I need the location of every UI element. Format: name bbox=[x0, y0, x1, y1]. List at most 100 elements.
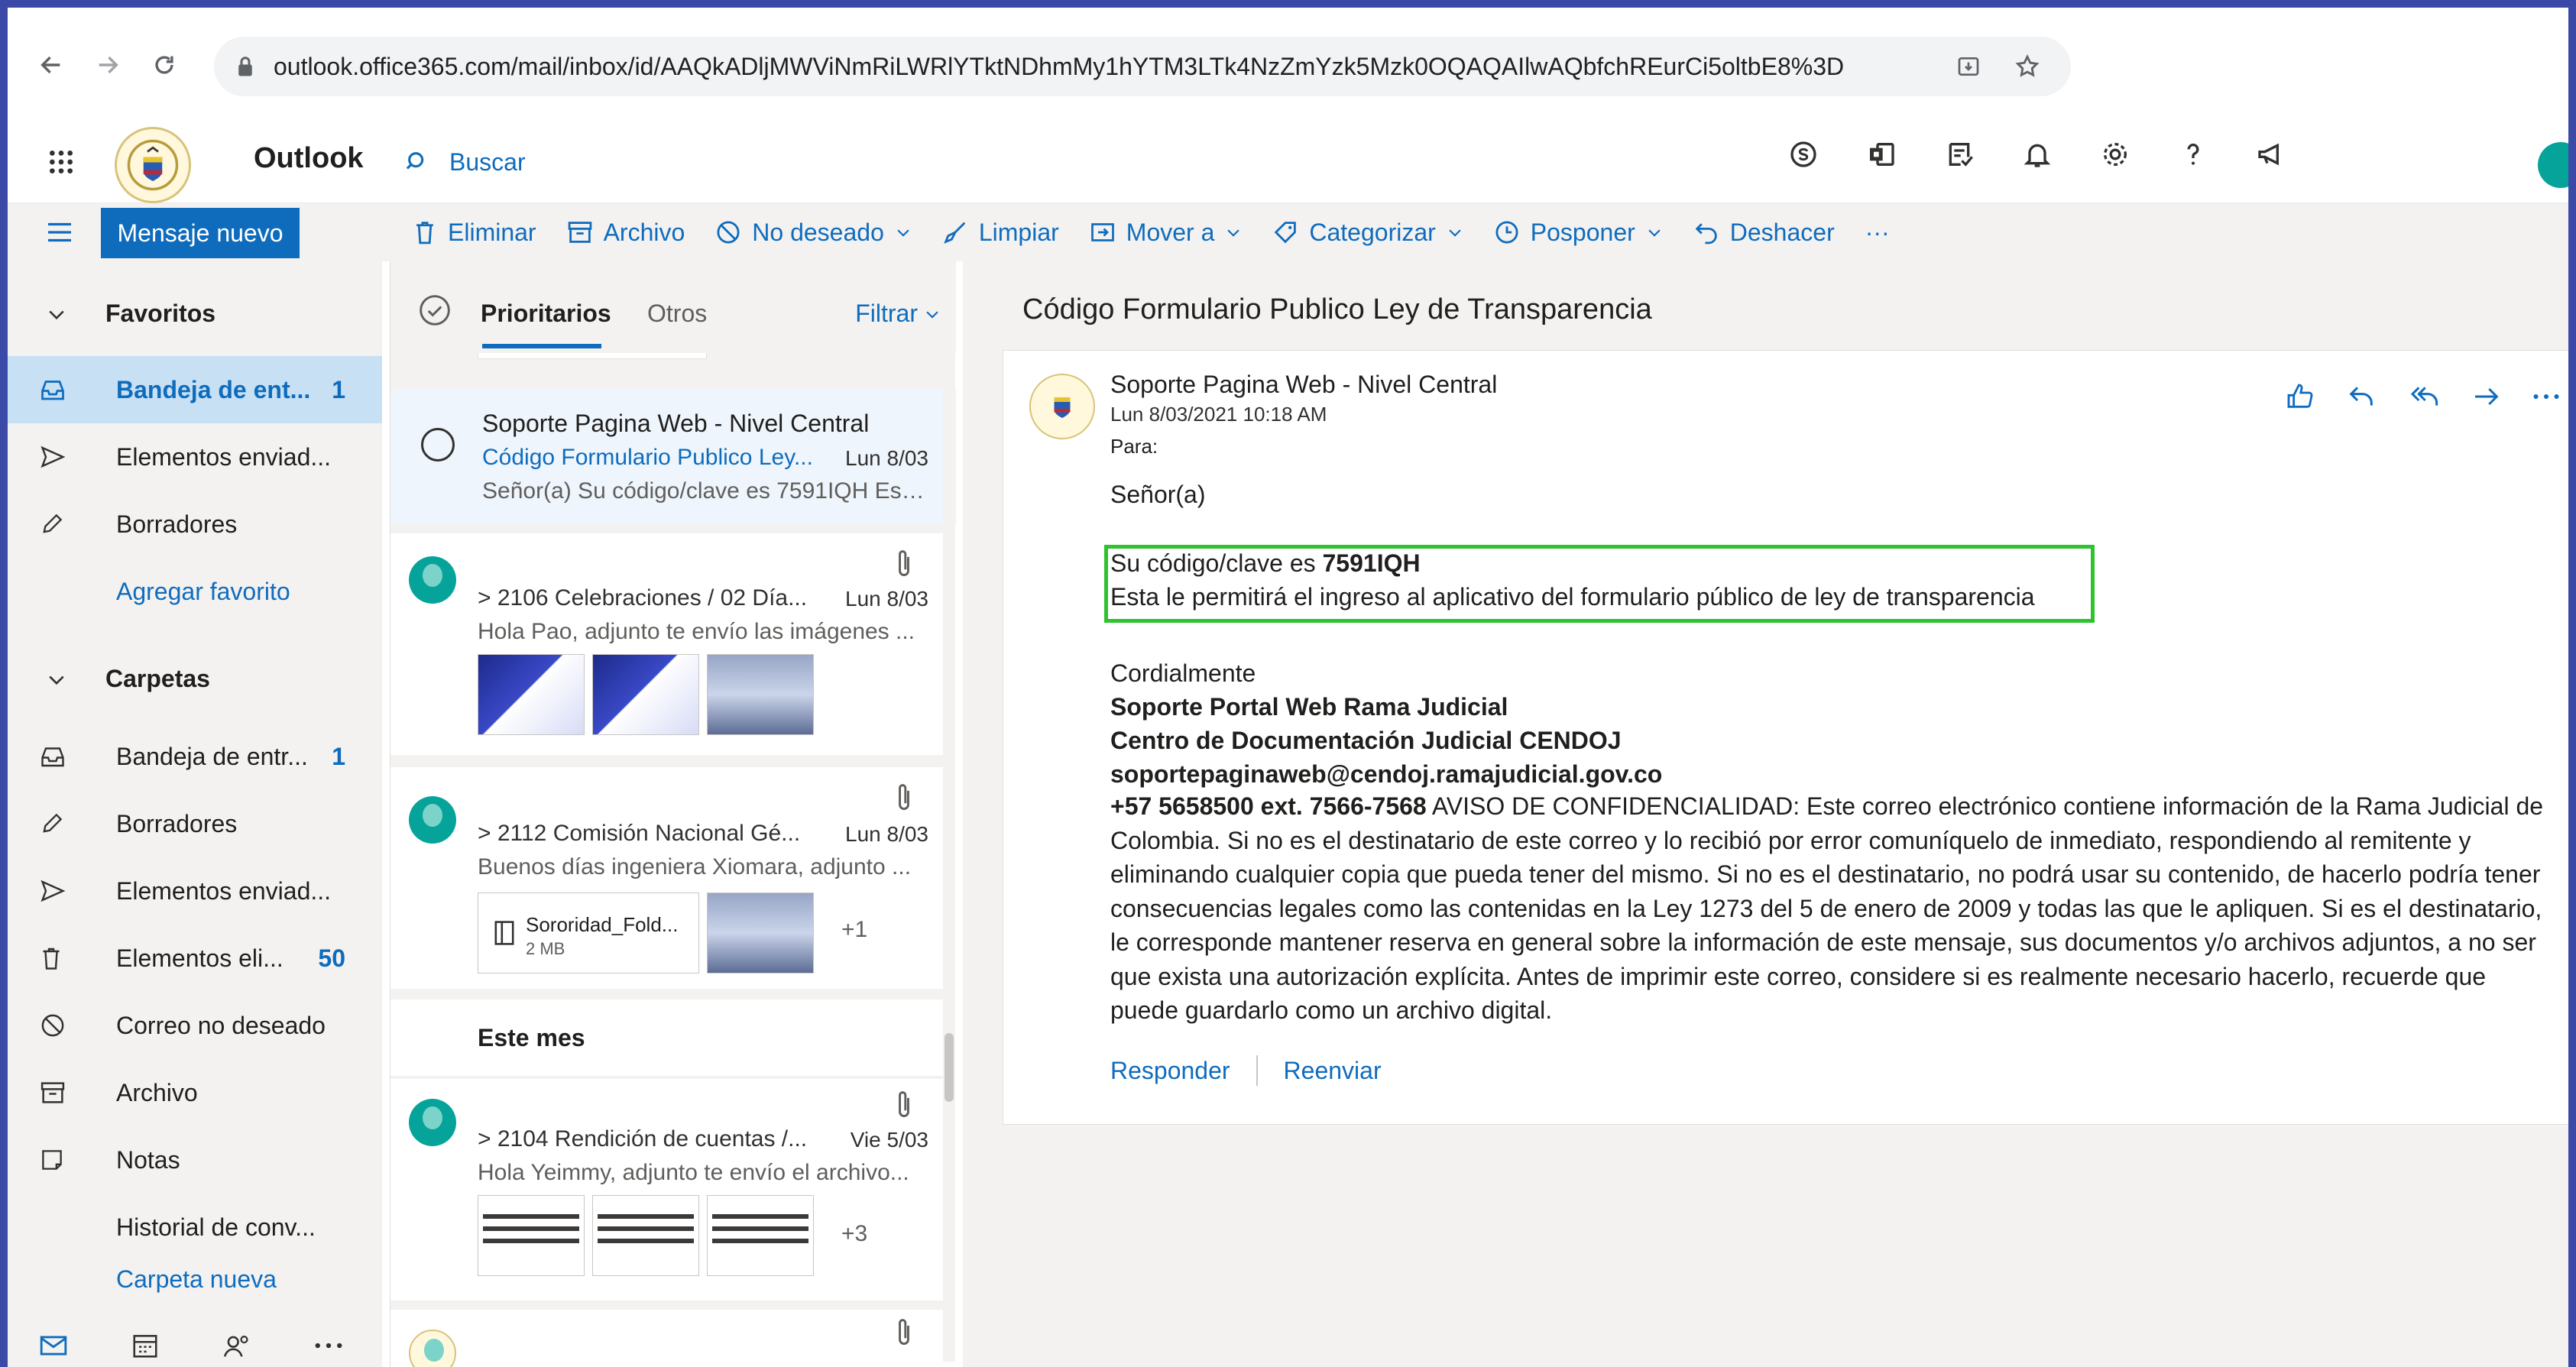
more-commands-button[interactable]: ··· bbox=[1865, 219, 1890, 247]
reload-icon[interactable] bbox=[151, 52, 177, 78]
access-code[interactable]: 7591IQH bbox=[1323, 549, 1421, 577]
like-icon[interactable] bbox=[2285, 381, 2315, 412]
back-arrow-icon[interactable] bbox=[38, 52, 64, 78]
more-attachments-count[interactable]: +1 bbox=[841, 917, 867, 943]
mail-icon[interactable] bbox=[8, 1334, 99, 1357]
more-attachments-count[interactable]: +3 bbox=[841, 1221, 867, 1247]
new-message-button[interactable]: Mensaje nuevo bbox=[101, 208, 300, 258]
more-apps-icon[interactable] bbox=[283, 1342, 374, 1349]
broom-icon bbox=[942, 219, 968, 245]
archive-button[interactable]: Archivo bbox=[567, 219, 685, 247]
move-to-button[interactable]: Mover a bbox=[1090, 219, 1243, 247]
folder-conversation-history[interactable]: Historial de conv... bbox=[8, 1194, 382, 1261]
folder-archive[interactable]: Archivo bbox=[8, 1059, 382, 1126]
reply-link[interactable]: Responder bbox=[1110, 1057, 1230, 1085]
app-launcher-icon[interactable] bbox=[46, 147, 76, 177]
skype-icon[interactable] bbox=[1788, 139, 1819, 170]
attachment-thumbnail[interactable] bbox=[707, 1195, 814, 1276]
attachment-file[interactable]: Sororidad_Fold... 2 MB bbox=[478, 892, 699, 973]
forward-link[interactable]: Reenviar bbox=[1284, 1057, 1382, 1085]
search-label[interactable]: Buscar bbox=[449, 148, 526, 177]
filter-button[interactable]: Filtrar bbox=[855, 300, 941, 328]
email-datetime: Lun 8/03/2021 10:18 AM bbox=[1110, 403, 1327, 426]
reply-icon[interactable] bbox=[2346, 381, 2377, 412]
install-app-icon[interactable] bbox=[1956, 54, 1981, 79]
favorite-drafts[interactable]: Borradores bbox=[8, 491, 382, 558]
forward-icon[interactable] bbox=[2471, 381, 2502, 412]
window-frame: outlook.office365.com/mail/inbox/id/AAQk… bbox=[0, 0, 2576, 1367]
list-item[interactable]: > 2106 Celebraciones / 02 Día... Lun 8/0… bbox=[390, 533, 956, 755]
people-icon[interactable] bbox=[191, 1332, 283, 1359]
new-folder-link[interactable]: Carpeta nueva bbox=[8, 1255, 382, 1293]
avatar bbox=[409, 556, 456, 604]
folder-sent[interactable]: Elementos enviad... bbox=[8, 857, 382, 925]
favorite-sent[interactable]: Elementos enviad... bbox=[8, 423, 382, 491]
message-list-scrollbar[interactable] bbox=[943, 368, 955, 1362]
reply-all-icon[interactable] bbox=[2407, 381, 2441, 412]
add-favorite-link[interactable]: Agregar favorito bbox=[8, 558, 382, 625]
attachment-thumbnail[interactable] bbox=[707, 654, 814, 735]
tab-other[interactable]: Otros bbox=[647, 300, 707, 328]
categorize-button[interactable]: Categorizar bbox=[1272, 219, 1463, 247]
snooze-label: Posponer bbox=[1530, 218, 1635, 246]
app-name[interactable]: Outlook bbox=[254, 142, 364, 175]
feedback-megaphone-icon[interactable] bbox=[2256, 139, 2286, 170]
star-icon[interactable] bbox=[2014, 53, 2040, 79]
quick-reply-row: Responder Reenviar bbox=[1110, 1055, 1382, 1086]
signature-email[interactable]: soportepaginaweb@cendoj.ramajudicial.gov… bbox=[1110, 757, 1662, 791]
folder-notes[interactable]: Notas bbox=[8, 1126, 382, 1194]
tab-focused[interactable]: Prioritarios bbox=[481, 300, 611, 328]
hamburger-menu-icon[interactable] bbox=[46, 220, 73, 245]
organization-seal-logo[interactable] bbox=[115, 127, 191, 203]
user-avatar[interactable] bbox=[2538, 142, 2568, 188]
calendar-icon[interactable] bbox=[99, 1332, 191, 1359]
favorites-header[interactable]: Favoritos bbox=[46, 300, 215, 328]
email-greeting: Señor(a) bbox=[1110, 481, 1206, 508]
active-tab-indicator bbox=[482, 344, 601, 348]
more-actions-icon[interactable] bbox=[2532, 393, 2560, 400]
search-box[interactable]: Buscar bbox=[405, 136, 526, 188]
attachment-thumbnail[interactable] bbox=[478, 1195, 585, 1276]
gear-icon[interactable] bbox=[2100, 139, 2130, 170]
folder-junk[interactable]: Correo no deseado bbox=[8, 992, 382, 1059]
list-item[interactable]: > 2104 Rendición de cuentas /... Vie 5/0… bbox=[390, 1079, 956, 1301]
address-bar[interactable]: outlook.office365.com/mail/inbox/id/AAQk… bbox=[214, 37, 2071, 96]
chevron-down-icon bbox=[46, 669, 67, 690]
list-item[interactable] bbox=[390, 1310, 956, 1367]
scrollbar-thumb[interactable] bbox=[945, 1033, 954, 1102]
select-all-check-icon[interactable] bbox=[418, 293, 452, 327]
browser-toolbar: outlook.office365.com/mail/inbox/id/AAQk… bbox=[8, 8, 2568, 122]
attachment-thumbnail[interactable] bbox=[478, 654, 585, 735]
lock-icon[interactable] bbox=[235, 55, 255, 78]
favorite-inbox[interactable]: Bandeja de ent... 1 bbox=[8, 356, 382, 423]
help-icon[interactable] bbox=[2178, 139, 2208, 170]
tasks-icon[interactable] bbox=[1944, 139, 1975, 170]
email-from[interactable]: Soporte Pagina Web - Nivel Central bbox=[1110, 371, 1497, 399]
folder-deleted[interactable]: Elementos eli... 50 bbox=[8, 925, 382, 992]
attachment-thumbnail[interactable] bbox=[592, 654, 699, 735]
list-item[interactable]: > 2112 Comisión Nacional Gé... Lun 8/03 … bbox=[390, 767, 956, 989]
folder-junk-label: Correo no deseado bbox=[116, 1011, 326, 1039]
pencil-icon bbox=[40, 512, 64, 536]
attachment-thumbnail[interactable] bbox=[707, 892, 814, 973]
favorite-inbox-label: Bandeja de ent... bbox=[116, 375, 311, 403]
select-radio[interactable] bbox=[421, 428, 455, 462]
attachment-file-size: 2 MB bbox=[526, 939, 565, 958]
junk-button[interactable]: No deseado bbox=[715, 219, 912, 247]
attachment-thumbnail[interactable] bbox=[592, 1195, 699, 1276]
folder-drafts[interactable]: Borradores bbox=[8, 790, 382, 857]
email-code-note: Esta le permitirá el ingreso al aplicati… bbox=[1110, 583, 2035, 611]
folders-header[interactable]: Carpetas bbox=[46, 665, 210, 693]
undo-button[interactable]: Deshacer bbox=[1693, 219, 1835, 247]
delete-button[interactable]: Eliminar bbox=[413, 219, 536, 247]
office-icon[interactable] bbox=[1866, 139, 1897, 170]
sweep-button[interactable]: Limpiar bbox=[942, 219, 1059, 247]
sender-avatar[interactable] bbox=[1029, 374, 1095, 439]
forward-arrow-icon[interactable] bbox=[95, 52, 121, 78]
url-text[interactable]: outlook.office365.com/mail/inbox/id/AAQk… bbox=[274, 53, 1878, 81]
bell-icon[interactable] bbox=[2022, 139, 2053, 170]
snooze-button[interactable]: Posponer bbox=[1494, 219, 1663, 247]
attachment-thumbnails bbox=[478, 654, 814, 735]
folder-inbox[interactable]: Bandeja de entr... 1 bbox=[8, 723, 382, 790]
list-item[interactable]: Soporte Pagina Web - Nivel Central Códig… bbox=[390, 390, 956, 524]
